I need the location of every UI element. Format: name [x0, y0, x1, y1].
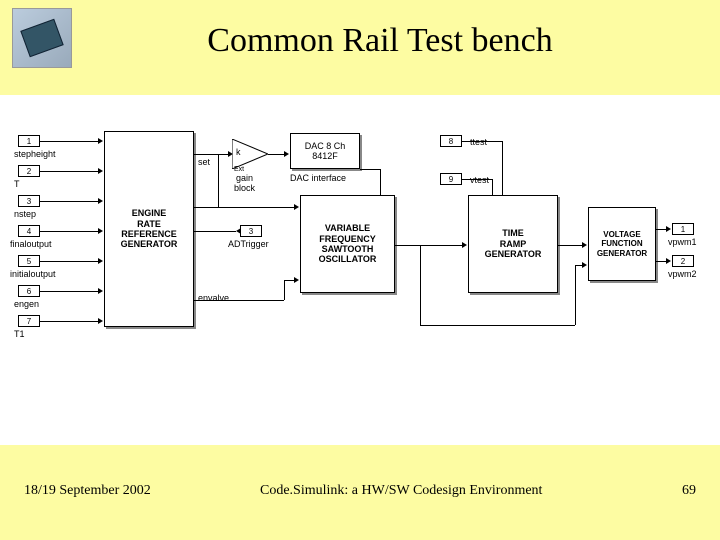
- port-vtest: 9: [440, 173, 462, 185]
- port-adtrigger: 3: [240, 225, 262, 237]
- logo-icon: [12, 8, 72, 68]
- inport-7: 7: [18, 315, 40, 327]
- time-ramp-generator-block: TIME RAMP GENERATOR: [468, 195, 558, 293]
- dac-interface-label: DAC interface: [290, 173, 346, 183]
- engine-rate-reference-generator-block: ENGINE RATE REFERENCE GENERATOR: [104, 131, 194, 327]
- inport-2-label: T: [14, 179, 20, 189]
- footer-date: 18/19 September 2002: [24, 483, 151, 499]
- port-ttest-label: ttest: [470, 137, 487, 147]
- inport-7-label: T1: [14, 329, 25, 339]
- footer-caption: Code.Simulink: a HW/SW Codesign Environm…: [260, 483, 542, 499]
- vfso-block: VARIABLE FREQUENCY SAWTOOTH OSCILLATOR: [300, 195, 395, 293]
- dac-interface-block: DAC 8 Ch 8412F: [290, 133, 360, 169]
- footer-page: 69: [682, 483, 696, 499]
- voltage-function-generator-block: VOLTAGE FUNCTION GENERATOR: [588, 207, 656, 281]
- inport-6-label: engen: [14, 299, 39, 309]
- inport-4-label: finaloutput: [10, 239, 52, 249]
- engine-out-envalve: envalve: [198, 293, 229, 303]
- outport-2: 2: [672, 255, 694, 267]
- engine-out-set: set: [198, 157, 210, 167]
- gain-block-label: gain block: [234, 173, 255, 193]
- inport-2: 2: [18, 165, 40, 177]
- port-vtest-label: vtest: [470, 175, 489, 185]
- inport-5-label: initialoutput: [10, 269, 56, 279]
- page-title: Common Rail Test bench: [40, 0, 720, 60]
- inport-6: 6: [18, 285, 40, 297]
- outport-1: 1: [672, 223, 694, 235]
- inport-3: 3: [18, 195, 40, 207]
- block-diagram: 1 stepheight 2 T 3 nstep 4 finaloutput 5…: [0, 95, 720, 445]
- port-ttest: 8: [440, 135, 462, 147]
- inport-4: 4: [18, 225, 40, 237]
- inport-1-label: stepheight: [14, 149, 56, 159]
- inport-1: 1: [18, 135, 40, 147]
- outport-2-label: vpwm2: [668, 269, 697, 279]
- outport-1-label: vpwm1: [668, 237, 697, 247]
- inport-3-label: nstep: [14, 209, 36, 219]
- port-adtrigger-label: ADTrigger: [228, 239, 269, 249]
- gain-block: k Ext: [232, 139, 268, 169]
- inport-5: 5: [18, 255, 40, 267]
